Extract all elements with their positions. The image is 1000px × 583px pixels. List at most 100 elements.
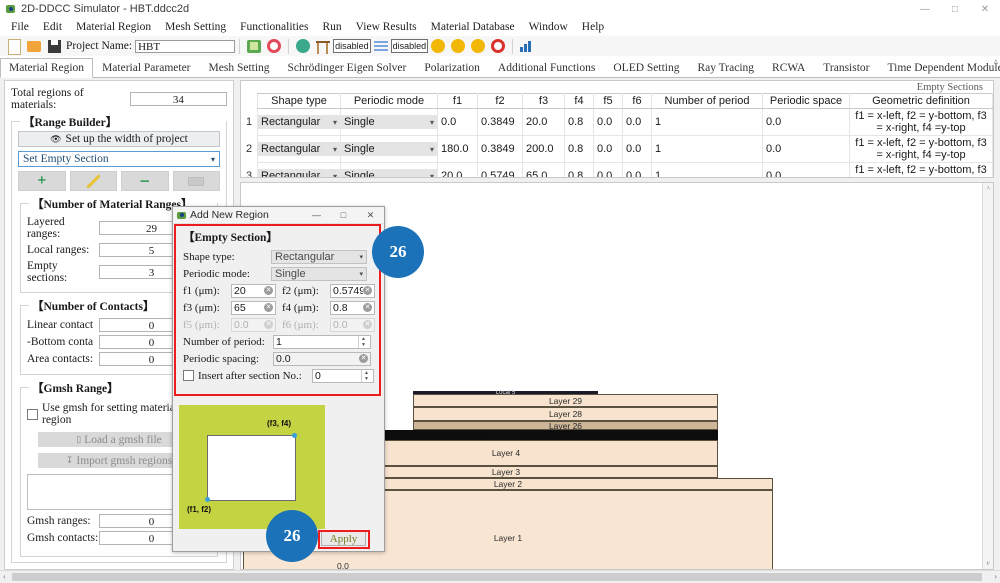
- clear-icon[interactable]: ✕: [264, 286, 273, 295]
- stepper-icon[interactable]: ▲ ▼: [361, 369, 371, 382]
- setup-width-button[interactable]: 👁 Set up the width of project: [18, 131, 220, 147]
- col-f4[interactable]: f4: [564, 93, 594, 109]
- menu-material-region[interactable]: Material Region: [69, 20, 158, 34]
- scroll-left-icon[interactable]: ‹: [3, 572, 6, 581]
- scroll-up-icon[interactable]: ^: [984, 185, 992, 193]
- table-row[interactable]: 2 Rectangular ▾ Single ▾ 180.0 0.3849 200.…: [241, 135, 993, 163]
- scroll-thumb[interactable]: [12, 573, 982, 581]
- refresh-structure-icon[interactable]: [246, 38, 262, 54]
- tab-polarization[interactable]: Polarization: [415, 58, 489, 77]
- layers-icon[interactable]: [373, 38, 389, 54]
- add-region-button[interactable]: +: [18, 171, 66, 191]
- cell-shape-type[interactable]: Rectangular ▾: [257, 108, 341, 136]
- apply-button[interactable]: Apply: [321, 531, 366, 546]
- col-shape-type[interactable]: Shape type: [257, 93, 341, 109]
- close-button[interactable]: ✕: [970, 0, 1000, 18]
- cell-f6[interactable]: 0.0: [622, 162, 652, 177]
- cell-f5[interactable]: 0.0: [593, 108, 623, 136]
- new-document-icon[interactable]: [6, 38, 22, 55]
- cell-shape-type[interactable]: Rectangular ▾: [257, 135, 341, 163]
- cell-periodic-mode[interactable]: Single ▾: [340, 162, 438, 177]
- cell-f2[interactable]: 0.3849: [477, 135, 523, 163]
- tab-oled-setting[interactable]: OLED Setting: [604, 58, 688, 77]
- dialog-maximize-button[interactable]: □: [330, 207, 357, 223]
- clear-icon[interactable]: ✕: [363, 286, 372, 295]
- run-icon[interactable]: [430, 38, 446, 54]
- table-row[interactable]: 3 Rectangular ▾ Single ▾ 20.0 0.5749 65.0 …: [241, 162, 993, 177]
- f4-input[interactable]: 0.8 ✕: [330, 300, 375, 315]
- cell-f1[interactable]: 0.0: [437, 108, 478, 136]
- tab-material-region[interactable]: Material Region: [0, 58, 94, 78]
- cell-f6[interactable]: 0.0: [622, 108, 652, 136]
- cell-f5[interactable]: 0.0: [593, 162, 623, 177]
- tab-schrodinger-eigen-solver[interactable]: Schrödinger Eigen Solver: [279, 58, 416, 77]
- menu-edit[interactable]: Edit: [36, 20, 69, 34]
- clear-icon[interactable]: ✕: [359, 354, 368, 363]
- insert-after-checkbox[interactable]: [183, 370, 194, 381]
- plot-vertical-scrollbar[interactable]: ^ v: [982, 183, 993, 569]
- section-type-select[interactable]: Set Empty Section ▾: [18, 151, 220, 167]
- run-batch-icon[interactable]: [470, 38, 486, 54]
- cell-shape-type[interactable]: Rectangular ▾: [257, 162, 341, 177]
- bar-chart-icon[interactable]: [519, 38, 535, 54]
- col-periodic-mode[interactable]: Periodic mode: [340, 93, 438, 109]
- col-f5[interactable]: f5: [593, 93, 623, 109]
- tab-additional-functions[interactable]: Additional Functions: [489, 58, 604, 77]
- cell-periodic-space[interactable]: 0.0: [762, 108, 850, 136]
- periodic-mode-select[interactable]: Single ▾: [271, 266, 367, 281]
- stop-icon[interactable]: [490, 38, 506, 54]
- f2-input[interactable]: 0.5749 ✕: [330, 283, 375, 298]
- col-geometric-definition[interactable]: Geometric definition: [849, 93, 993, 109]
- menu-material-database[interactable]: Material Database: [424, 20, 522, 34]
- tab-ray-tracing[interactable]: Ray Tracing: [688, 58, 763, 77]
- reload-icon[interactable]: [266, 38, 282, 54]
- col-f1[interactable]: f1: [437, 93, 478, 109]
- col-number-of-period[interactable]: Number of period: [651, 93, 763, 109]
- shape-type-select[interactable]: Rectangular ▾: [271, 249, 367, 264]
- menu-help[interactable]: Help: [575, 20, 611, 34]
- insert-after-input[interactable]: 0 ▲ ▼: [312, 368, 374, 383]
- clear-icon[interactable]: ✕: [363, 303, 372, 312]
- tab-transistor[interactable]: Transistor: [814, 58, 878, 77]
- total-regions-value[interactable]: 34: [129, 92, 227, 106]
- menu-functionalities[interactable]: Functionalities: [233, 20, 315, 34]
- save-icon[interactable]: [46, 38, 62, 54]
- cell-periodic-mode[interactable]: Single ▾: [340, 108, 438, 136]
- cell-f3[interactable]: 200.0: [522, 135, 565, 163]
- scroll-right-icon[interactable]: ›: [994, 572, 997, 581]
- menu-window[interactable]: Window: [522, 20, 575, 34]
- cell-f6[interactable]: 0.0: [622, 135, 652, 163]
- open-folder-icon[interactable]: [26, 38, 42, 54]
- dialog-close-button[interactable]: ✕: [357, 207, 384, 223]
- clear-region-button[interactable]: [172, 171, 220, 191]
- tab-time-dependent-module[interactable]: Time Dependent Module: [879, 58, 1000, 77]
- maximize-button[interactable]: □: [940, 0, 970, 18]
- window-horizontal-scrollbar[interactable]: ‹ ›: [0, 570, 1000, 583]
- cell-periodic-space[interactable]: 0.0: [762, 135, 850, 163]
- tab-scroll-up-icon[interactable]: ^: [994, 58, 998, 68]
- cell-f4[interactable]: 0.8: [564, 108, 594, 136]
- mesh-grid-icon[interactable]: [315, 38, 331, 54]
- stepper-icon[interactable]: ▲ ▼: [358, 335, 368, 348]
- clear-icon[interactable]: ✕: [264, 303, 273, 312]
- tab-rcwa[interactable]: RCWA: [763, 58, 814, 77]
- cell-periodic-mode[interactable]: Single ▾: [340, 135, 438, 163]
- scroll-down-icon[interactable]: v: [984, 559, 992, 567]
- cell-number-of-period[interactable]: 1: [651, 135, 763, 163]
- cell-number-of-period[interactable]: 1: [651, 108, 763, 136]
- col-f6[interactable]: f6: [622, 93, 652, 109]
- menu-run[interactable]: Run: [316, 20, 349, 34]
- menu-file[interactable]: File: [4, 20, 36, 34]
- f1-input[interactable]: 20 ✕: [231, 283, 276, 298]
- number-of-period-input[interactable]: 1 ▲ ▼: [273, 334, 371, 349]
- cell-f1[interactable]: 180.0: [437, 135, 478, 163]
- project-name-input[interactable]: HBT: [135, 39, 236, 53]
- tab-mesh-setting[interactable]: Mesh Setting: [200, 58, 279, 77]
- cell-f3[interactable]: 20.0: [522, 108, 565, 136]
- cell-number-of-period[interactable]: 1: [651, 162, 763, 177]
- dialog-minimize-button[interactable]: —: [303, 207, 330, 223]
- table-row[interactable]: 1 Rectangular ▾ Single ▾ 0.0 0.3849 20.0 0…: [241, 108, 993, 136]
- col-periodic-space[interactable]: Periodic space: [762, 93, 850, 109]
- mesh-node-icon[interactable]: [295, 38, 311, 54]
- col-f2[interactable]: f2: [477, 93, 523, 109]
